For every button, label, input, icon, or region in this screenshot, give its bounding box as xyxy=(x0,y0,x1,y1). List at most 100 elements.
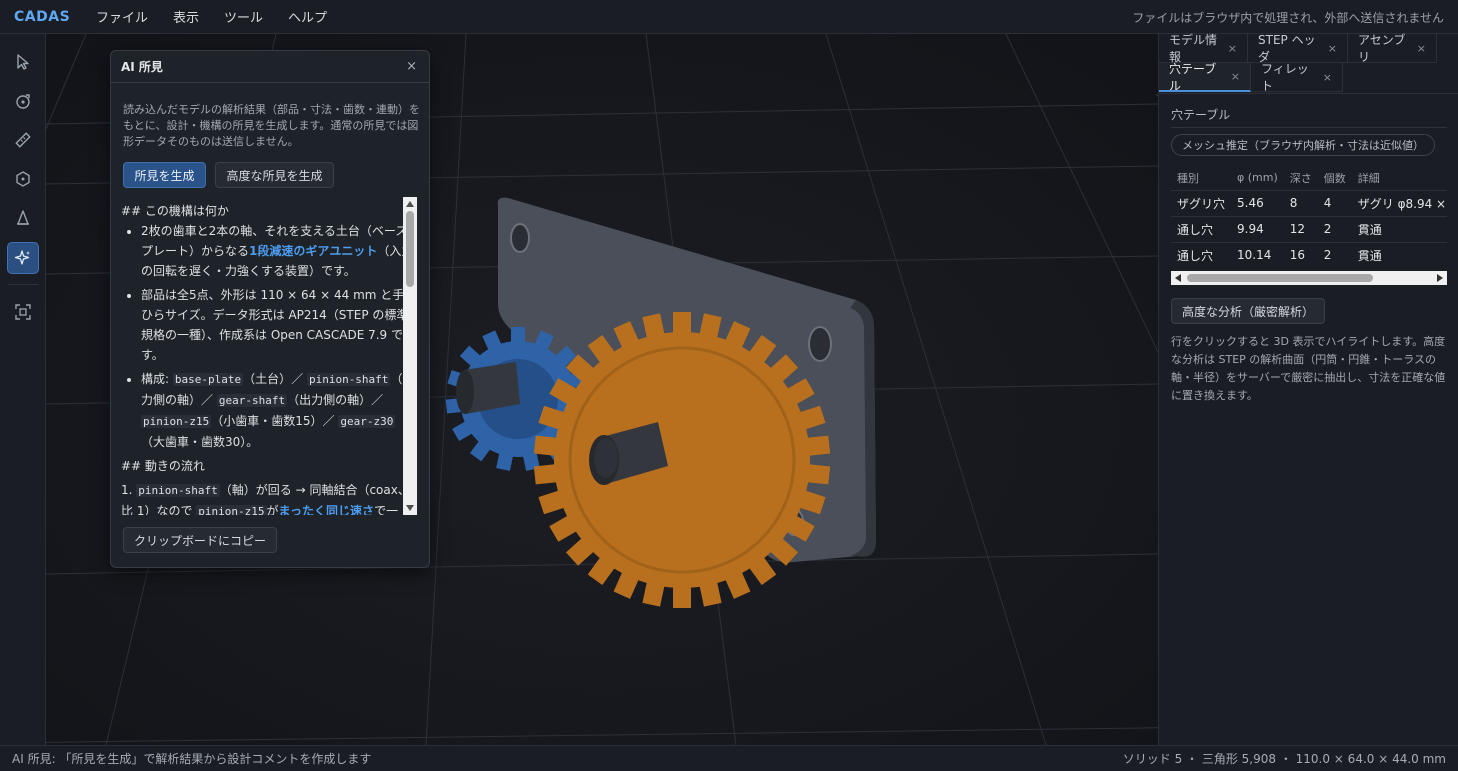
close-icon[interactable]: × xyxy=(406,59,417,74)
table-cell: ザグリ穴 xyxy=(1171,189,1232,216)
section-divider xyxy=(1171,127,1447,128)
advanced-findings-button[interactable]: 高度な所見を生成 xyxy=(215,162,334,188)
tab-step-header[interactable]: STEP ヘッダ × xyxy=(1248,33,1348,64)
output-bullet: 2枚の歯車と2本の軸、それを支える土台（ベースプレート）からなる1段減速のギアユ… xyxy=(141,221,417,281)
scrollbar-thumb[interactable] xyxy=(406,211,414,287)
table-horizontal-scrollbar[interactable] xyxy=(1171,271,1447,285)
ruler-icon xyxy=(15,132,31,148)
tab-fillet[interactable]: フィレット × xyxy=(1251,62,1343,93)
advanced-analysis-button[interactable]: 高度な分析（厳密解析） xyxy=(1171,298,1325,324)
table-row[interactable]: 通し穴 10.14 16 2 貫通 xyxy=(1171,241,1447,268)
step-text: で一 xyxy=(374,504,399,515)
hole-table: 種別 φ (mm) 深さ 個数 詳細 ザグリ穴 5.46 8 4 ザグリ φ8.… xyxy=(1171,166,1447,268)
ai-panel-description: 読み込んだモデルの解析結果（部品・寸法・歯数・連動）をもとに、設計・機構の所見を… xyxy=(123,103,420,148)
ai-panel-header: AI 所見 × xyxy=(111,51,429,83)
right-panel: モデル情報 × STEP ヘッダ × アセンブリ × 穴テーブル × フィレット × 穴テ… xyxy=(1158,33,1458,745)
orbit-icon xyxy=(16,94,30,109)
tab-close-icon[interactable]: × xyxy=(1228,42,1237,55)
tab-label: 穴テーブル xyxy=(1169,61,1217,93)
table-cell: 10.14 xyxy=(1231,241,1284,268)
table-cell: 2 xyxy=(1317,215,1352,242)
part-desc: （土台）／ xyxy=(243,372,304,386)
model-stats: ソリッド 5 ・ 三角形 5,908 ・ 110.0 × 64.0 × 44.0… xyxy=(1122,752,1446,766)
table-cell: 4 xyxy=(1317,189,1352,216)
status-message: AI 所見: 「所見を生成」で解析結果から設計コメントを作成します xyxy=(12,752,372,766)
scroll-left-arrow-icon[interactable] xyxy=(1175,274,1181,282)
menu-file[interactable]: ファイル xyxy=(91,7,153,26)
part-code: pinion-z15 xyxy=(196,505,267,515)
table-cell: ザグリ φ8.94 × 深 xyxy=(1351,189,1447,216)
hole-table-note: 行をクリックすると 3D 表示でハイライトします。高度な分析は STEP の解析… xyxy=(1171,335,1446,402)
column-header: 個数 xyxy=(1323,171,1346,185)
step-number: 1. xyxy=(121,483,133,497)
tab-label: アセンブリ xyxy=(1358,33,1406,64)
step-text: が xyxy=(266,504,279,515)
column-header: 深さ xyxy=(1289,171,1312,185)
part-code: gear-z30 xyxy=(338,415,396,428)
part-code: pinion-shaft xyxy=(136,484,220,497)
tab-close-icon[interactable]: × xyxy=(1323,71,1332,84)
menu-view[interactable]: 表示 xyxy=(168,7,204,26)
scroll-right-arrow-icon[interactable] xyxy=(1437,274,1443,282)
menu-tools[interactable]: ツール xyxy=(219,7,268,26)
part-code: base-plate xyxy=(172,373,244,386)
tab-hole-table[interactable]: 穴テーブル × xyxy=(1159,61,1251,93)
tab-close-icon[interactable]: × xyxy=(1231,70,1240,83)
tab-assembly[interactable]: アセンブリ × xyxy=(1348,33,1437,64)
fit-view-tool[interactable] xyxy=(7,296,39,328)
table-header-row: 種別 φ (mm) 深さ 個数 詳細 xyxy=(1171,166,1447,190)
table-cell: 12 xyxy=(1283,215,1318,242)
analysis-mode-badge[interactable]: メッシュ推定（ブラウザ内解析・寸法は近似値） xyxy=(1171,134,1435,156)
ai-findings-panel: AI 所見 × 読み込んだモデルの解析結果（部品・寸法・歯数・連動）をもとに、設… xyxy=(110,50,430,568)
output-heading: ## 動きの流れ xyxy=(121,459,205,473)
focus-icon xyxy=(15,304,31,320)
ai-tool[interactable] xyxy=(7,242,39,274)
section-tool[interactable] xyxy=(7,163,39,195)
output-heading: ## この機構は何か xyxy=(121,204,229,218)
table-cell: 5.46 xyxy=(1231,189,1284,216)
part-code: pinion-z15 xyxy=(141,415,212,428)
tab-close-icon[interactable]: × xyxy=(1328,42,1337,55)
toolbar-divider xyxy=(8,284,38,285)
column-header: φ (mm) xyxy=(1237,171,1278,185)
table-cell: 8 xyxy=(1283,189,1318,216)
highlight-text: 1段減速のギアユニット xyxy=(249,244,378,258)
bullet-label: 構成: xyxy=(141,372,170,386)
ai-output-text: ## この機構は何か 2枚の歯車と2本の軸、それを支える土台（ベースプレート）か… xyxy=(121,197,417,515)
tab-label: フィレット xyxy=(1261,62,1309,93)
measure-tool[interactable] xyxy=(7,124,39,156)
part-code: pinion-shaft xyxy=(306,373,391,386)
scrollbar-thumb[interactable] xyxy=(1187,274,1373,282)
menu-bar: CADAS ファイル 表示 ツール ヘルプ ファイルはブラウザ内で処理され、外部… xyxy=(0,0,1458,34)
copy-to-clipboard-button[interactable]: クリップボードにコピー xyxy=(123,527,277,553)
output-step: 1. pinion-shaft （軸）が回る → 同軸結合（coax、比 1）なの… xyxy=(121,480,417,515)
output-bullet: 部品は全5点、外形は 110 × 64 × 44 mm と手のひらサイズ。データ… xyxy=(141,285,417,365)
table-row[interactable]: 通し穴 9.94 12 2 貫通 xyxy=(1171,215,1447,242)
tab-close-icon[interactable]: × xyxy=(1417,42,1426,55)
table-cell: 通し穴 xyxy=(1171,215,1232,242)
annotate-tool[interactable] xyxy=(7,202,39,234)
table-row[interactable]: ザグリ穴 5.46 8 4 ザグリ φ8.94 × 深 xyxy=(1171,189,1447,216)
large-gear xyxy=(533,312,831,608)
scroll-down-arrow-icon[interactable] xyxy=(406,505,414,511)
part-code: gear-shaft xyxy=(216,394,288,407)
table-cell: 9.94 xyxy=(1231,215,1284,242)
highlight-text: まったく同じ速さ xyxy=(278,504,375,515)
table-cell: 通し穴 xyxy=(1171,241,1232,268)
part-desc: （大歯車・歯数30）。 xyxy=(141,435,259,449)
ai-output-scrollbar[interactable] xyxy=(403,197,417,515)
select-tool[interactable] xyxy=(7,46,39,78)
generate-findings-button[interactable]: 所見を生成 xyxy=(123,162,206,188)
column-header: 種別 xyxy=(1177,171,1199,185)
orbit-tool[interactable] xyxy=(7,85,39,117)
menu-help[interactable]: ヘルプ xyxy=(283,7,332,26)
panel-tabs: モデル情報 × STEP ヘッダ × アセンブリ × 穴テーブル × フィレット × xyxy=(1159,33,1458,94)
output-bullet: 構成: base-plate（土台）／ pinion-shaft（入力側の軸）／… xyxy=(141,369,417,452)
table-cell: 16 xyxy=(1283,241,1318,268)
table-cell: 貫通 xyxy=(1351,215,1447,242)
ai-panel-title: AI 所見 xyxy=(121,60,163,74)
cursor-icon xyxy=(17,54,29,70)
sparkle-icon xyxy=(14,250,30,265)
part-desc: （小歯車・歯数15）／ xyxy=(211,414,335,428)
scroll-up-arrow-icon[interactable] xyxy=(406,201,414,207)
